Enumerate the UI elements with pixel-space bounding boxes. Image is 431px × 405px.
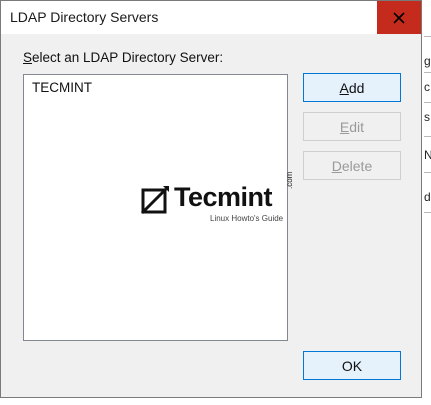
- edit-button[interactable]: Edit: [303, 112, 401, 141]
- close-icon: [393, 11, 405, 24]
- edit-mnemonic: E: [339, 118, 350, 135]
- watermark-suffix: .com: [285, 171, 294, 189]
- delete-button[interactable]: Delete: [303, 151, 401, 180]
- background-divider: [424, 212, 431, 213]
- close-button[interactable]: [377, 1, 421, 34]
- background-text: s: [424, 110, 430, 124]
- server-list-label: Select an LDAP Directory Server:: [23, 50, 223, 65]
- tecmint-watermark: Tecmint .com Linux Howto's Guide: [139, 172, 299, 224]
- background-text: d: [424, 190, 431, 204]
- edit-label: dit: [349, 118, 365, 135]
- background-divider: [424, 102, 431, 103]
- dialog-title: LDAP Directory Servers: [10, 9, 159, 25]
- watermark-brand: Tecmint: [174, 182, 273, 212]
- background-text: g: [424, 54, 431, 68]
- background-text: c: [424, 80, 430, 94]
- background-divider: [424, 136, 431, 137]
- label-mnemonic: S: [23, 50, 33, 65]
- title-bar[interactable]: LDAP Directory Servers: [1, 1, 421, 34]
- add-label: dd: [348, 79, 365, 96]
- delete-label: elete: [341, 157, 373, 174]
- ok-button[interactable]: OK: [303, 351, 401, 380]
- ok-label: OK: [341, 357, 363, 374]
- background-text: N: [424, 148, 431, 162]
- watermark-tagline: Linux Howto's Guide: [210, 214, 284, 223]
- delete-mnemonic: D: [331, 157, 342, 174]
- ldap-servers-dialog: LDAP Directory Servers Select an LDAP Di…: [0, 0, 422, 398]
- add-button[interactable]: Add: [303, 73, 401, 102]
- list-item[interactable]: TECMINT: [32, 80, 92, 95]
- background-divider: [424, 172, 431, 173]
- label-text: elect an LDAP Directory Server:: [32, 50, 224, 65]
- add-mnemonic: A: [339, 79, 349, 96]
- background-divider: [424, 36, 431, 37]
- background-divider: [424, 72, 431, 73]
- tecmint-logo-icon: [140, 186, 169, 215]
